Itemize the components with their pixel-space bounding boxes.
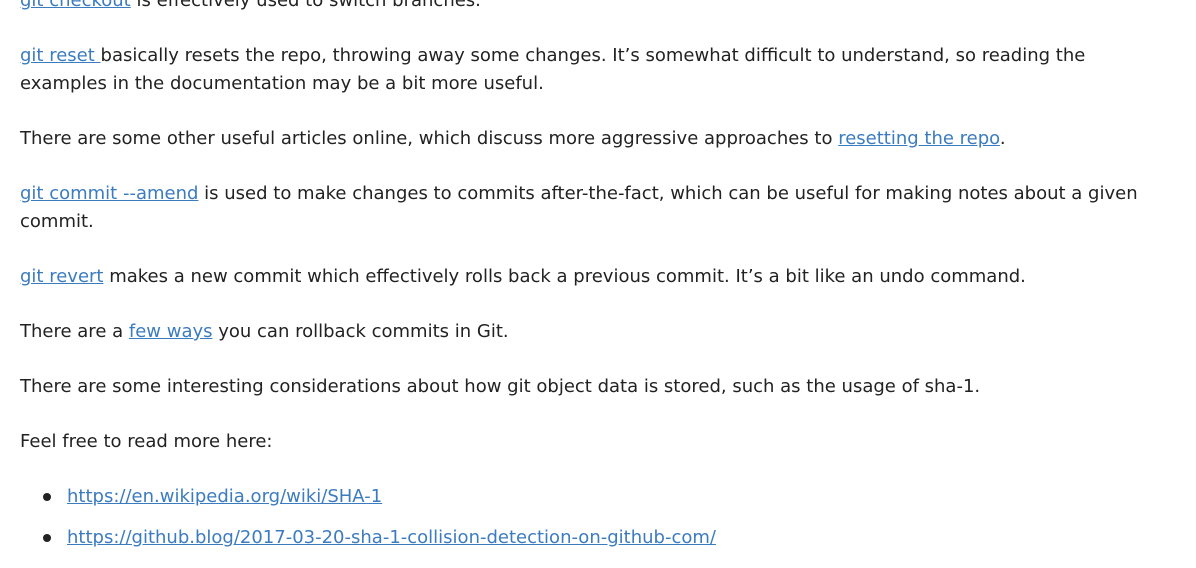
reset-text: basically resets the repo, throwing away… (20, 45, 1086, 94)
rollback-text-before: There are a (20, 321, 129, 342)
bullet-icon (43, 534, 51, 542)
bullet-icon (43, 493, 51, 501)
checkout-text: is effectively used to switch branches. (130, 0, 481, 11)
resetting-text-before: There are some other useful articles onl… (20, 128, 839, 149)
rollback-text-after: you can rollback commits in Git. (212, 321, 509, 342)
paragraph-reset: git reset basically resets the repo, thr… (20, 42, 1140, 98)
paragraph-amend: git commit --amend is used to make chang… (20, 180, 1140, 236)
paragraph-checkout: git checkout is effectively used to swit… (20, 0, 1140, 15)
list-item: https://github.blog/2017-03-20-sha-1-col… (43, 524, 1140, 552)
article-content: git checkout is effectively used to swit… (20, 0, 1140, 565)
resetting-the-repo-link[interactable]: resetting the repo (838, 128, 1000, 149)
paragraph-rollback: There are a few ways you can rollback co… (20, 318, 1140, 346)
git-checkout-link[interactable]: git checkout (20, 0, 131, 11)
list-item: https://en.wikipedia.org/wiki/SHA-1 (43, 483, 1140, 511)
git-commit-amend-link[interactable]: git commit --amend (20, 183, 198, 204)
resetting-text-after: . (999, 128, 1006, 149)
github-blog-sha1-link[interactable]: https://github.blog/2017-03-20-sha-1-col… (67, 527, 716, 548)
paragraph-revert: git revert makes a new commit which effe… (20, 263, 1140, 291)
git-reset-link[interactable]: git reset (20, 45, 101, 66)
paragraph-resetting: There are some other useful articles onl… (20, 125, 1140, 153)
paragraph-read-more: Feel free to read more here: (20, 428, 1140, 456)
few-ways-link[interactable]: few ways (129, 321, 213, 342)
git-revert-link[interactable]: git revert (20, 266, 103, 287)
reference-links-list: https://en.wikipedia.org/wiki/SHA-1 http… (20, 483, 1140, 552)
revert-text: makes a new commit which effectively rol… (103, 266, 1026, 287)
paragraph-sha1: There are some interesting consideration… (20, 373, 1140, 401)
wikipedia-sha1-link[interactable]: https://en.wikipedia.org/wiki/SHA-1 (67, 486, 382, 507)
sha1-text: There are some interesting consideration… (20, 376, 981, 397)
read-more-text: Feel free to read more here: (20, 431, 273, 452)
